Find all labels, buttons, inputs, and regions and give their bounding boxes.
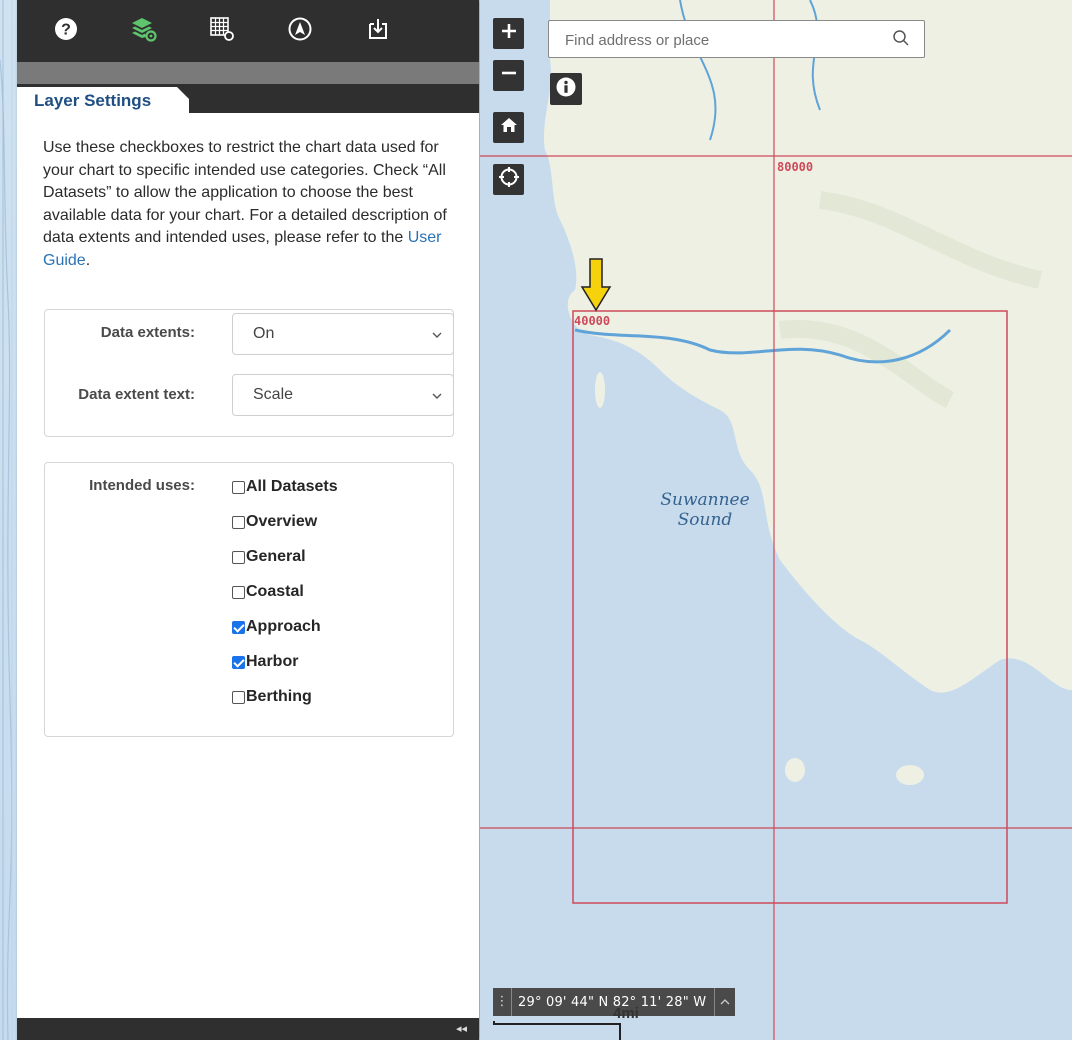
chart-label-40000: 40000: [574, 314, 611, 328]
zoom-in-button[interactable]: [493, 18, 524, 49]
chevron-up-icon[interactable]: [714, 988, 735, 1016]
checkbox[interactable]: [232, 515, 245, 529]
intended-uses-label: Intended uses:: [89, 477, 195, 494]
panel-toolbar: ?: [17, 0, 479, 62]
checkbox-label: General: [246, 548, 306, 565]
checkbox[interactable]: [232, 480, 245, 494]
checkbox-label: Berthing: [246, 688, 312, 705]
intended-uses-group: Intended uses: All Datasets Overview Gener…: [44, 462, 454, 737]
checkbox[interactable]: [232, 550, 245, 564]
layer-settings-panel: ? Layer Settings Use these checkboxes to…: [17, 0, 479, 1040]
svg-text:?: ?: [61, 21, 71, 38]
checkbox-label: Overview: [246, 513, 318, 530]
export-icon: [366, 17, 390, 46]
intended-use-option[interactable]: General: [232, 545, 306, 569]
locate-icon: [498, 167, 519, 192]
chevron-down-icon: [431, 389, 443, 407]
panel-header-band: [17, 62, 479, 84]
checkbox-label: Approach: [246, 618, 321, 635]
data-extent-text-select[interactable]: Scale: [232, 374, 454, 416]
search-input[interactable]: [549, 21, 887, 59]
place-name-line2: Sound: [677, 510, 733, 530]
coordinate-menu-button[interactable]: ⋮: [493, 988, 512, 1016]
home-icon: [500, 116, 518, 139]
export-button[interactable]: [366, 17, 390, 45]
data-extents-group: Data extents: On Data extent text: Scale: [44, 309, 454, 437]
description-text: Use these checkboxes to restrict the cha…: [43, 139, 447, 246]
data-extents-select[interactable]: On: [232, 313, 454, 355]
grid-settings-icon: [209, 16, 235, 47]
locate-button[interactable]: [493, 164, 524, 195]
checkbox[interactable]: [232, 690, 245, 704]
data-extent-text-label: Data extent text:: [78, 386, 195, 403]
scale-label: 4mi: [613, 1005, 639, 1022]
intended-use-option[interactable]: Coastal: [232, 580, 304, 604]
search-icon[interactable]: [892, 29, 910, 52]
intended-use-option[interactable]: Overview: [232, 510, 317, 534]
search-box: [548, 20, 925, 59]
land-area: [543, 0, 1072, 693]
scale-bar: [493, 1021, 621, 1040]
checkbox-label: Coastal: [246, 583, 304, 600]
navigation-button[interactable]: [288, 17, 312, 45]
tab-layer-settings-label: Layer Settings: [34, 91, 152, 110]
checkbox-label: All Datasets: [246, 478, 338, 495]
checkbox[interactable]: [232, 655, 245, 669]
zoom-out-button[interactable]: [493, 60, 524, 91]
layers-settings-icon: [130, 16, 158, 47]
intended-use-option[interactable]: Harbor: [232, 650, 298, 674]
data-extents-label: Data extents:: [100, 324, 195, 341]
collapse-panel-button[interactable]: ◂◂: [456, 1022, 467, 1035]
map-view[interactable]: 80000 40000 Suwannee Sound ⋮ 29° 09' 44"…: [480, 0, 1072, 1040]
intended-use-option[interactable]: All Datasets: [232, 475, 338, 499]
info-icon: [556, 77, 576, 102]
panel-footer: ◂◂: [17, 1018, 479, 1040]
chart-label-80000: 80000: [777, 160, 814, 174]
layer-settings-button[interactable]: [130, 16, 158, 47]
checkbox[interactable]: [232, 620, 245, 634]
grid-settings-button[interactable]: [209, 16, 235, 47]
intended-use-option[interactable]: Approach: [232, 615, 321, 639]
home-button[interactable]: [493, 112, 524, 143]
map-canvas: [480, 0, 1072, 1040]
checkbox[interactable]: [232, 585, 245, 599]
layer-settings-description: Use these checkboxes to restrict the cha…: [43, 137, 463, 272]
data-extents-value: On: [253, 325, 275, 342]
place-name-label: Suwannee Sound: [650, 490, 760, 530]
intended-use-option[interactable]: Berthing: [232, 685, 312, 709]
data-extent-text-value: Scale: [253, 386, 294, 403]
plus-icon: [501, 23, 517, 44]
checkbox-label: Harbor: [246, 653, 299, 670]
minus-icon: [501, 65, 517, 86]
place-name-line1: Suwannee: [660, 490, 750, 510]
help-icon: ?: [54, 17, 78, 46]
help-button[interactable]: ?: [54, 17, 78, 45]
info-button[interactable]: [550, 73, 582, 105]
chevron-down-icon: [431, 328, 443, 346]
navigation-icon: [288, 17, 312, 46]
description-end: .: [85, 251, 91, 269]
